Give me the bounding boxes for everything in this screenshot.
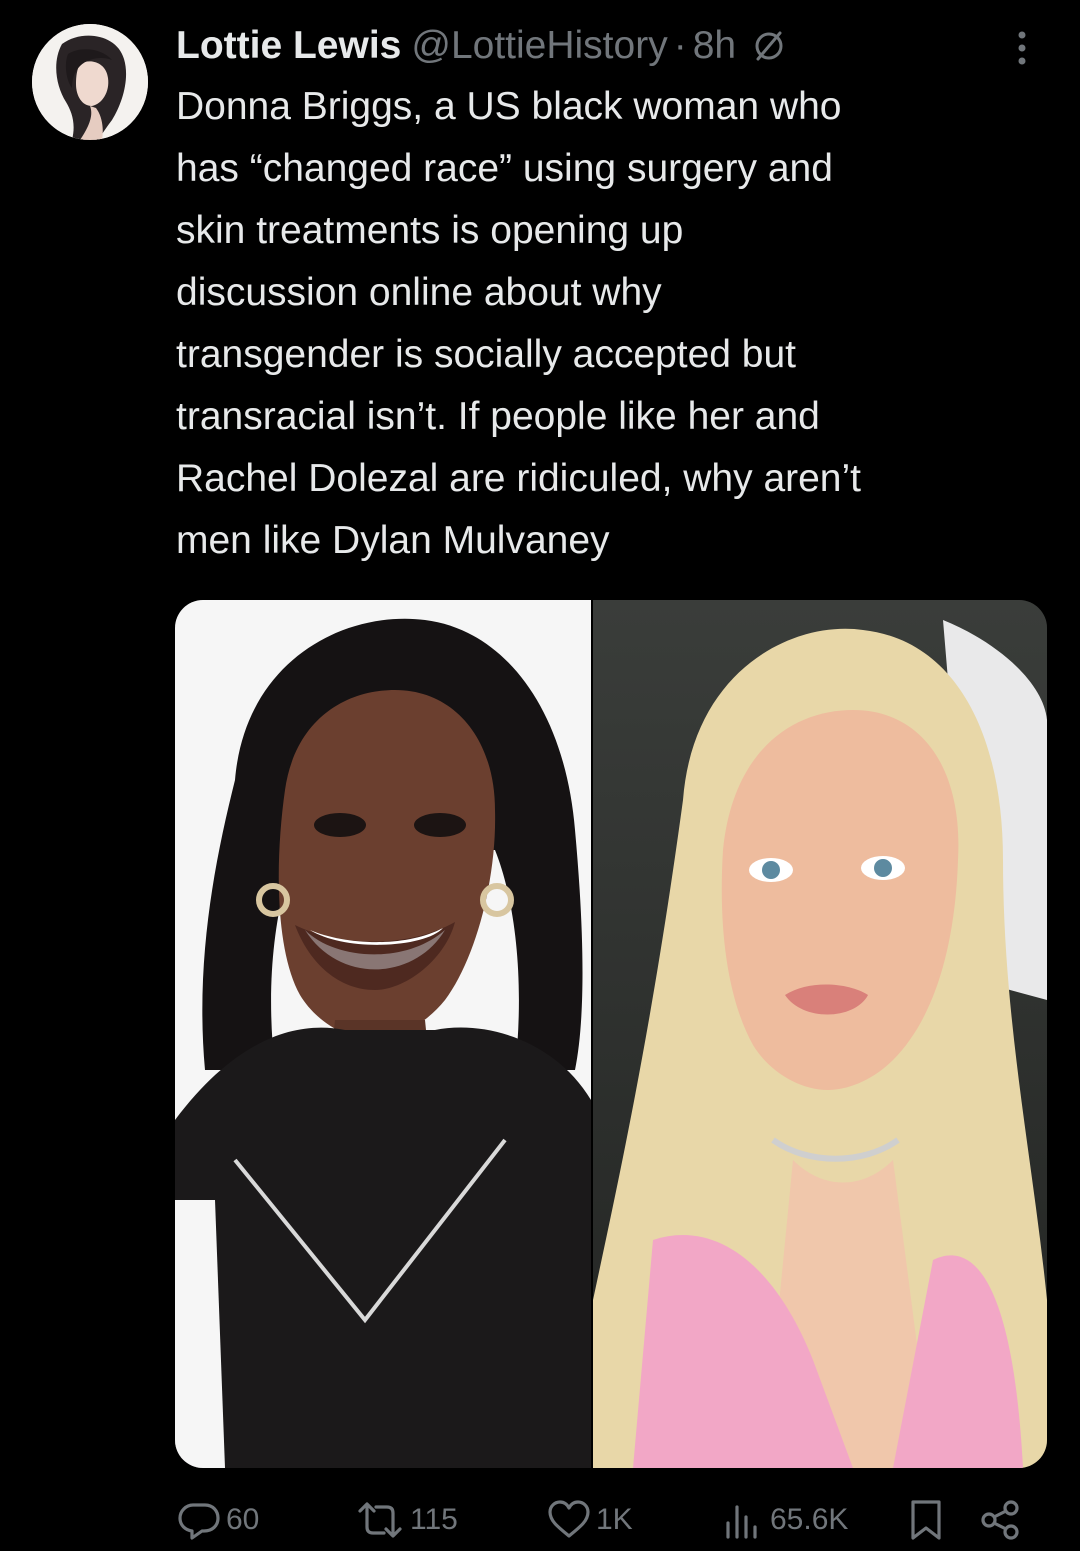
community-note-icon bbox=[752, 29, 786, 63]
post-time[interactable]: 8h bbox=[693, 24, 736, 68]
like-count: 1K bbox=[596, 1503, 633, 1536]
bookmark-button[interactable] bbox=[906, 1492, 946, 1548]
views-button[interactable]: 65.6K bbox=[720, 1492, 848, 1548]
repost-button[interactable]: 115 bbox=[354, 1492, 458, 1548]
repost-icon bbox=[354, 1497, 406, 1543]
tweet-media[interactable] bbox=[175, 600, 1047, 1468]
views-count: 65.6K bbox=[770, 1503, 849, 1536]
reply-count: 60 bbox=[226, 1503, 260, 1536]
tweet[interactable]: Lottie Lewis @LottieHistory · 8h Donna B… bbox=[0, 0, 1080, 1551]
like-icon bbox=[546, 1497, 592, 1543]
author-handle[interactable]: @LottieHistory bbox=[411, 24, 667, 68]
repost-count: 115 bbox=[410, 1503, 458, 1536]
bookmark-icon bbox=[906, 1497, 946, 1543]
share-button[interactable] bbox=[978, 1492, 1024, 1548]
reply-icon bbox=[176, 1497, 222, 1543]
avatar[interactable] bbox=[32, 24, 148, 140]
tweet-header: Lottie Lewis @LottieHistory · 8h bbox=[176, 20, 786, 72]
like-button[interactable]: 1K bbox=[546, 1492, 633, 1548]
portrait-photo-after[interactable] bbox=[593, 600, 1047, 1468]
share-icon bbox=[978, 1497, 1024, 1543]
views-icon bbox=[720, 1497, 766, 1543]
tweet-text: Donna Briggs, a US black woman who has “… bbox=[176, 85, 861, 562]
portrait-photo-before[interactable] bbox=[175, 600, 591, 1468]
reply-button[interactable]: 60 bbox=[176, 1492, 259, 1548]
more-options-icon[interactable] bbox=[1010, 28, 1034, 68]
tweet-actions: 60 115 1K 65.6K bbox=[0, 1492, 1080, 1548]
header-separator: · bbox=[673, 24, 687, 67]
avatar-illustration-icon bbox=[32, 24, 148, 140]
author-display-name[interactable]: Lottie Lewis bbox=[176, 24, 401, 68]
